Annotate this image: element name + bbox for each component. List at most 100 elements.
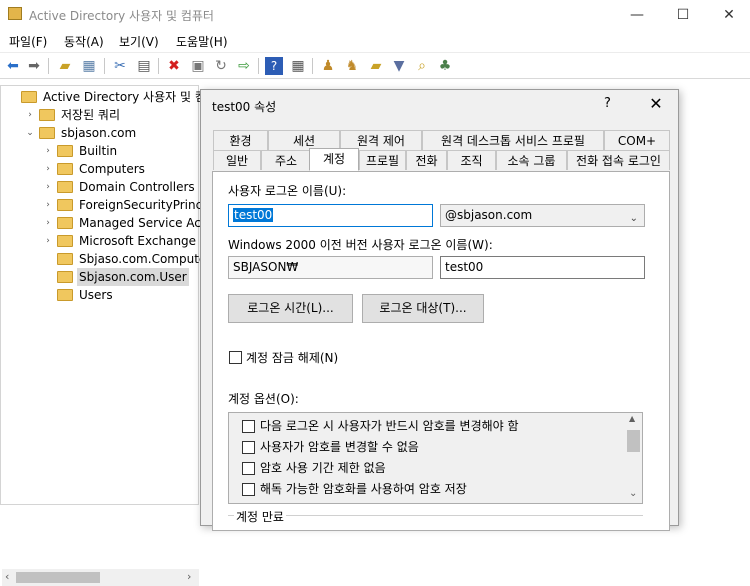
up-folder-icon[interactable]: ▰: [56, 57, 74, 75]
account-option-checkbox[interactable]: [242, 483, 255, 496]
collapse-chevron-icon[interactable]: ›: [43, 196, 53, 214]
show-tree-icon[interactable]: ▦: [80, 57, 98, 75]
menu-action[interactable]: 동작(A): [64, 33, 104, 50]
folder-icon: [57, 145, 73, 157]
toolbar-separator: [312, 58, 313, 74]
account-option-checkbox[interactable]: [242, 420, 255, 433]
folder-icon: [57, 181, 73, 193]
pre2000-domain-field: SBJASON₩: [228, 256, 433, 279]
logon-hours-button[interactable]: 로그온 시간(L)...: [228, 294, 353, 323]
new-group-icon[interactable]: ♞: [343, 57, 361, 75]
tab-organization[interactable]: 조직: [447, 150, 496, 170]
scroll-right-icon[interactable]: ›: [187, 570, 191, 583]
title-bar: Active Directory 사용자 및 컴퓨터 — ☐ ✕: [0, 0, 750, 30]
delete-icon[interactable]: ✖: [165, 57, 183, 75]
tab-sessions[interactable]: 세션: [268, 130, 340, 150]
tab-account[interactable]: 계정: [309, 148, 359, 171]
collapse-chevron-icon[interactable]: ›: [43, 214, 53, 232]
back-icon[interactable]: ⬅: [4, 57, 22, 75]
account-option-label: 다음 로그온 시 사용자가 반드시 암호를 변경해야 함: [260, 419, 519, 433]
scroll-down-icon[interactable]: ⌄: [629, 488, 637, 499]
account-tab-panel: 사용자 로그온 이름(U): test00 @sbjason.com ⌄ Win…: [212, 171, 670, 531]
tree-item-label: Sbjason.com.User: [77, 268, 189, 286]
upn-suffix-value: @sbjason.com: [445, 208, 533, 222]
toolbar-separator: [158, 58, 159, 74]
close-button[interactable]: ✕: [706, 0, 750, 30]
logon-to-button[interactable]: 로그온 대상(T)...: [362, 294, 484, 323]
pre2000-name-input[interactable]: test00: [440, 256, 645, 279]
ad-console-icon: [21, 91, 37, 103]
account-options-list[interactable]: 다음 로그온 시 사용자가 반드시 암호를 변경해야 함 사용자가 암호를 변경할…: [228, 412, 643, 504]
collapse-chevron-icon[interactable]: ›: [43, 232, 53, 250]
toolbar-separator: [258, 58, 259, 74]
tree-item-label: Users: [79, 288, 113, 302]
folder-icon: [57, 271, 73, 283]
console-icon[interactable]: ▦: [289, 57, 307, 75]
find-icon[interactable]: ⌕: [413, 57, 431, 75]
tab-telephones[interactable]: 전화: [406, 150, 447, 170]
new-ou-icon[interactable]: ▰: [367, 57, 385, 75]
domain-icon: [39, 127, 55, 139]
dialog-help-button[interactable]: ?: [604, 96, 611, 111]
dialog-close-button[interactable]: ✕: [641, 92, 671, 116]
chevron-down-icon: ⌄: [629, 213, 638, 224]
menu-view[interactable]: 보기(V): [119, 33, 159, 50]
collapse-chevron-icon[interactable]: ›: [43, 142, 53, 160]
filter-icon[interactable]: ▼: [390, 57, 408, 75]
scrollbar-thumb[interactable]: [16, 572, 100, 583]
collapse-chevron-icon[interactable]: ›: [25, 106, 35, 124]
folder-icon: [57, 235, 73, 247]
logon-name-input[interactable]: test00: [228, 204, 433, 227]
account-option-checkbox[interactable]: [242, 462, 255, 475]
help-icon[interactable]: ?: [265, 57, 283, 75]
unlock-account-label: 계정 잠금 해제(N): [246, 351, 339, 365]
tab-general[interactable]: 일반: [213, 150, 261, 170]
copy-icon[interactable]: ▤: [135, 57, 153, 75]
options-scrollbar[interactable]: ▲ ⌄: [625, 413, 642, 503]
add-to-group-icon[interactable]: ♣: [436, 57, 454, 75]
maximize-button[interactable]: ☐: [660, 0, 706, 30]
folder-icon: [57, 199, 73, 211]
account-options-label: 계정 옵션(O):: [228, 392, 299, 406]
tab-address[interactable]: 주소: [261, 150, 311, 170]
unlock-account-checkbox[interactable]: [229, 351, 242, 364]
properties-icon[interactable]: ▣: [189, 57, 207, 75]
toolbar: ⬅ ➡ ▰ ▦ ✂ ▤ ✖ ▣ ↻ ⇨ ? ▦ ♟ ♞ ▰ ▼ ⌕ ♣: [0, 52, 750, 79]
tab-dial-in[interactable]: 전화 접속 로그인: [567, 150, 670, 170]
logon-name-label: 사용자 로그온 이름(U):: [228, 184, 347, 198]
tab-member-of[interactable]: 소속 그룹: [496, 150, 567, 170]
account-expires-group: 계정 만료: [228, 508, 643, 535]
cut-icon[interactable]: ✂: [111, 57, 129, 75]
horizontal-scrollbar[interactable]: ‹ ›: [2, 569, 199, 586]
tab-environment[interactable]: 환경: [213, 130, 268, 150]
upn-suffix-select[interactable]: @sbjason.com ⌄: [440, 204, 645, 227]
folder-icon: [39, 109, 55, 121]
refresh-icon[interactable]: ↻: [212, 57, 230, 75]
forward-icon[interactable]: ➡: [25, 57, 43, 75]
folder-icon: [57, 163, 73, 175]
scrollbar-thumb[interactable]: [627, 430, 640, 452]
toolbar-separator: [48, 58, 49, 74]
tab-rds-profile[interactable]: 원격 데스크톱 서비스 프로필: [422, 130, 604, 150]
collapse-chevron-icon[interactable]: ›: [43, 160, 53, 178]
account-option-checkbox[interactable]: [242, 441, 255, 454]
menu-file[interactable]: 파일(F): [9, 33, 47, 50]
scroll-left-icon[interactable]: ‹: [5, 570, 9, 583]
tab-remote-control[interactable]: 원격 제어: [340, 130, 422, 150]
expand-chevron-icon[interactable]: ⌄: [25, 124, 35, 142]
tree-item-label: Domain Controllers: [79, 180, 195, 194]
tab-profile[interactable]: 프로필: [359, 150, 406, 170]
console-tree[interactable]: Active Directory 사용자 및 컴퓨터 › 저장된 쿼리 ⌄ sbjaso…: [0, 85, 249, 586]
menu-help[interactable]: 도움말(H): [176, 33, 228, 50]
export-list-icon[interactable]: ⇨: [235, 57, 253, 75]
minimize-button[interactable]: —: [614, 0, 660, 30]
properties-dialog: test00 속성 ? ✕ 환경 세션 원격 제어 원격 데스크톱 서비스 프로…: [200, 89, 679, 531]
collapse-chevron-icon[interactable]: ›: [43, 178, 53, 196]
menu-bar: 파일(F) 동작(A) 보기(V) 도움말(H): [0, 30, 750, 52]
new-user-icon[interactable]: ♟: [319, 57, 337, 75]
scroll-up-icon[interactable]: ▲: [629, 414, 635, 423]
tab-complus[interactable]: COM+: [604, 130, 670, 150]
tree-item-label: sbjason.com: [61, 126, 137, 140]
account-option-label: 암호 사용 기간 제한 없음: [260, 461, 386, 475]
folder-icon: [57, 289, 73, 301]
